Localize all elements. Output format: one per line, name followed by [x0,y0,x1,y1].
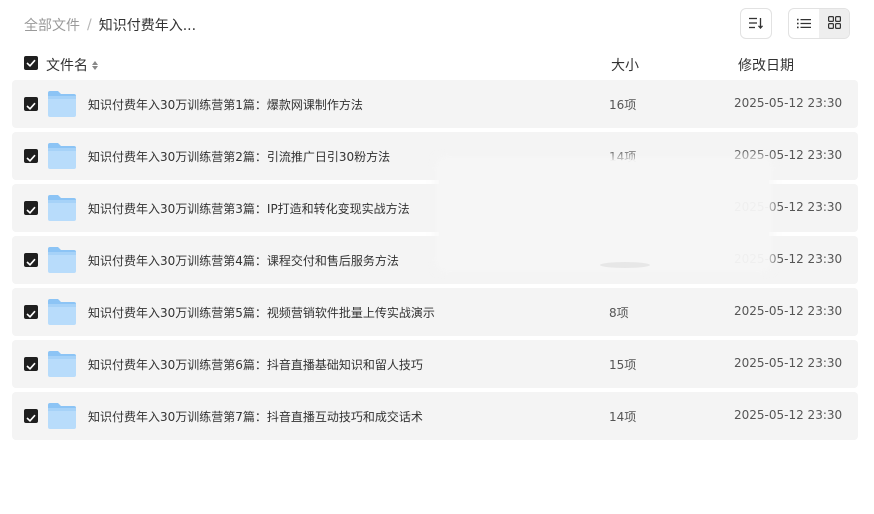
breadcrumb-current-folder: 知识付费年入... [98,18,197,34]
file-size: 15项 [609,358,637,372]
file-date: 2025-05-12 23:30 [734,356,843,370]
table-header: 文件名 大小 修改日期 [12,50,858,78]
top-bar: 全部文件 / 知识付费年入... [0,0,874,48]
folder-icon [47,350,77,378]
breadcrumb-root-link[interactable]: 全部文件 [24,15,80,35]
view-toggle [788,8,850,39]
checkmark-icon [26,355,36,374]
overlay-shadow [600,262,650,268]
column-header-date[interactable]: 修改日期 [738,55,794,75]
file-size: 8项 [609,306,629,320]
file-name[interactable]: 知识付费年入30万训练营第6篇：抖音直播基础知识和留人技巧 [88,356,423,373]
checkmark-icon [26,251,36,270]
row-checkbox[interactable] [24,149,38,163]
file-size: 16项 [609,98,637,112]
checkmark-icon [26,55,36,71]
file-size: 14项 [609,410,637,424]
checkmark-icon [26,303,36,322]
folder-icon [47,298,77,326]
column-header-name-label: 文件名 [46,58,88,74]
row-checkbox[interactable] [24,201,38,215]
grid-view-button[interactable] [819,9,849,38]
row-checkbox[interactable] [24,409,38,423]
list-view-icon [797,14,811,33]
breadcrumb: 全部文件 / 知识付费年入... [24,15,196,35]
breadcrumb-separator: / [87,17,92,33]
file-date: 2025-05-12 23:30 [734,408,843,422]
file-name[interactable]: 知识付费年入30万训练营第3篇：IP打造和转化变现实战方法 [88,200,410,217]
row-checkbox[interactable] [24,305,38,319]
row-checkbox[interactable] [24,97,38,111]
file-name[interactable]: 知识付费年入30万训练营第4篇：课程交付和售后服务方法 [88,252,399,269]
checkmark-icon [26,407,36,426]
row-checkbox[interactable] [24,357,38,371]
sort-button[interactable] [740,8,772,39]
sort-caret-icon [92,60,98,70]
file-name[interactable]: 知识付费年入30万训练营第7篇：抖音直播互动技巧和成交话术 [88,408,423,425]
folder-icon [47,194,77,222]
table-row[interactable]: 知识付费年入30万训练营第7篇：抖音直播互动技巧和成交话术 14项 2025-0… [12,392,858,440]
table-row[interactable]: 知识付费年入30万训练营第6篇：抖音直播基础知识和留人技巧 15项 2025-0… [12,340,858,388]
sort-descending-icon [749,14,763,33]
checkmark-icon [26,199,36,218]
loading-overlay [439,160,769,268]
file-name[interactable]: 知识付费年入30万训练营第2篇：引流推广日引30粉方法 [88,148,390,165]
folder-icon [47,246,77,274]
row-checkbox[interactable] [24,253,38,267]
select-all-checkbox[interactable] [24,56,38,70]
folder-icon [47,90,77,118]
list-view-button[interactable] [789,9,819,38]
table-row[interactable]: 知识付费年入30万训练营第1篇：爆款网课制作方法 16项 2025-05-12 … [12,80,858,128]
checkmark-icon [26,147,36,166]
folder-icon [47,142,77,170]
column-header-name[interactable]: 文件名 [46,55,98,75]
folder-icon [47,402,77,430]
column-header-size[interactable]: 大小 [611,55,639,75]
table-row[interactable]: 知识付费年入30万训练营第5篇：视频营销软件批量上传实战演示 8项 2025-0… [12,288,858,336]
file-name[interactable]: 知识付费年入30万训练营第1篇：爆款网课制作方法 [88,96,363,113]
checkmark-icon [26,95,36,114]
file-name[interactable]: 知识付费年入30万训练营第5篇：视频营销软件批量上传实战演示 [88,304,435,321]
file-date: 2025-05-12 23:30 [734,304,843,318]
file-date: 2025-05-12 23:30 [734,96,843,110]
grid-view-icon [827,14,841,33]
